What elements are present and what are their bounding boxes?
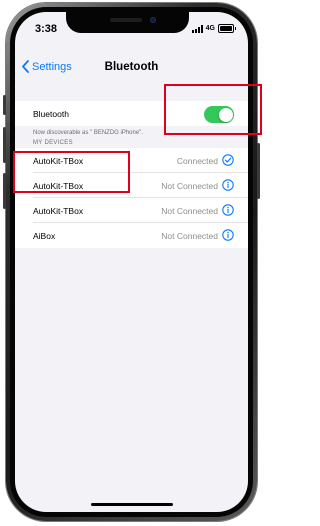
home-indicator[interactable] xyxy=(90,503,173,506)
device-status: Not Connected xyxy=(161,231,218,241)
device-status: Not Connected xyxy=(161,206,218,216)
device-name: AiBox xyxy=(33,231,56,241)
highlight-box-device xyxy=(13,151,130,193)
status-time: 3:38 xyxy=(35,23,58,35)
mute-switch xyxy=(3,95,6,115)
info-icon[interactable] xyxy=(222,229,234,241)
checkmark-circle-icon[interactable] xyxy=(222,154,234,166)
device-row[interactable]: AutoKit-TBox Not Connected xyxy=(15,198,248,223)
speaker-grille xyxy=(110,18,142,22)
signal-icon xyxy=(191,24,203,33)
info-icon[interactable] xyxy=(222,179,234,191)
notch xyxy=(66,12,189,33)
device-status: Connected xyxy=(176,156,218,166)
highlight-box-toggle xyxy=(164,84,262,135)
volume-down-button xyxy=(3,173,6,209)
device-name: AutoKit-TBox xyxy=(33,206,84,216)
network-type: 4G xyxy=(205,25,215,32)
volume-up-button xyxy=(3,127,6,163)
my-devices-header: MY DEVICES xyxy=(33,140,73,146)
info-icon[interactable] xyxy=(222,204,234,216)
device-status: Not Connected xyxy=(161,181,218,191)
device-row[interactable]: AiBox Not Connected xyxy=(15,223,248,248)
status-indicators: 4G xyxy=(191,24,236,33)
navigation-bar: Settings Bluetooth xyxy=(15,56,248,80)
front-camera xyxy=(150,17,156,23)
phone-frame: 3:38 4G Settings Bluetooth Bluetooth Now… xyxy=(3,3,260,521)
page-title: Bluetooth xyxy=(104,61,159,73)
battery-icon xyxy=(218,24,236,33)
discoverable-caption: Now discoverable as " BENZDG iPhone". xyxy=(33,130,143,136)
power-button xyxy=(257,143,260,199)
bluetooth-label: Bluetooth xyxy=(33,109,69,119)
